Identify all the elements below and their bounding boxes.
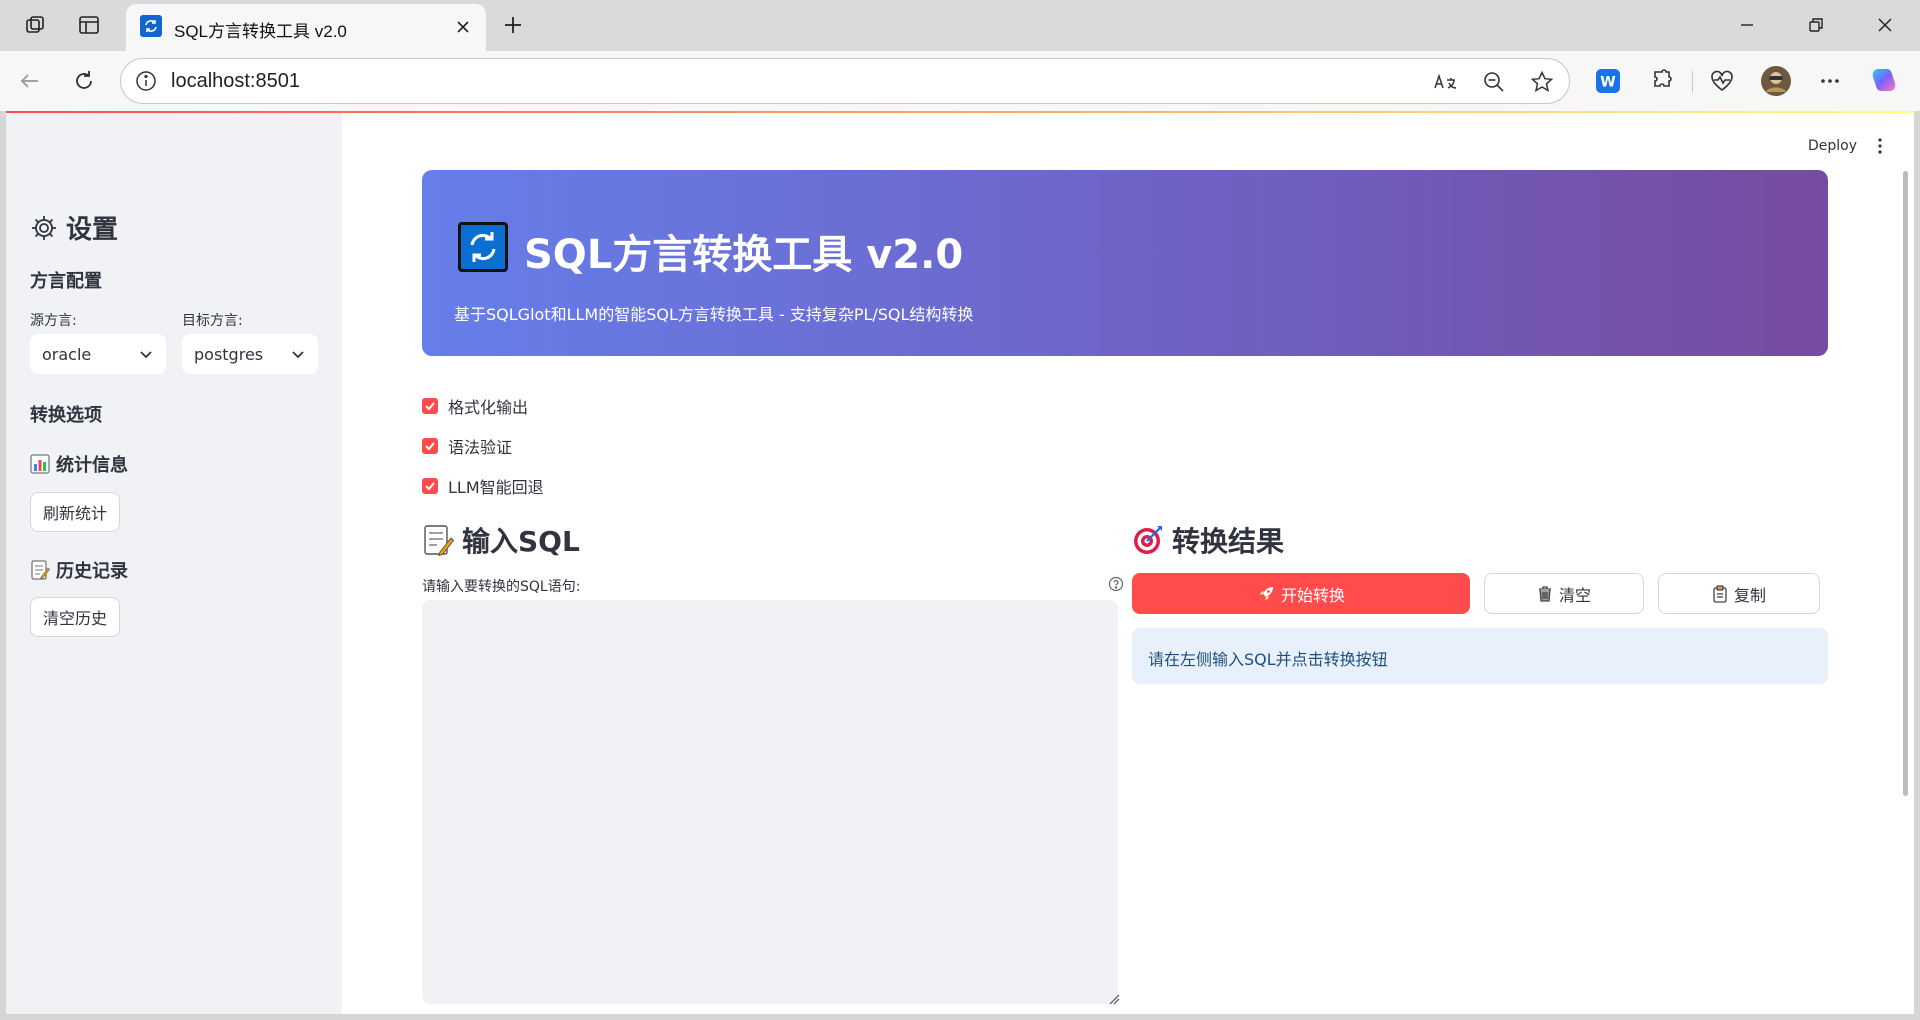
copilot-icon[interactable] — [1868, 65, 1900, 97]
restore-icon[interactable] — [1805, 14, 1827, 36]
chevron-down-icon — [292, 351, 304, 359]
bullseye-icon — [1134, 526, 1162, 554]
refresh-stats-button[interactable]: 刷新统计 — [30, 492, 121, 532]
clear-button[interactable]: 清空 — [1484, 573, 1644, 614]
toolbar-separator — [1692, 71, 1693, 93]
target-dialect-value: postgres — [194, 345, 264, 364]
back-arrow-icon[interactable] — [16, 67, 44, 95]
result-heading: 转换结果 — [1132, 520, 1284, 560]
main-scrollbar[interactable] — [1903, 171, 1908, 796]
browser-health-icon[interactable] — [1706, 65, 1738, 97]
reload-icon[interactable] — [70, 67, 98, 95]
target-dialect-select[interactable]: postgres — [182, 334, 318, 374]
profile-avatar[interactable] — [1760, 65, 1792, 97]
sql-input-textarea[interactable] — [422, 600, 1118, 1004]
start-convert-button[interactable]: 开始转换 — [1132, 573, 1470, 614]
checkbox-checked-icon[interactable] — [422, 438, 438, 454]
source-dialect-value: oracle — [42, 345, 92, 364]
tab-title: SQL方言转换工具 v2.0 — [174, 22, 347, 41]
memo-icon — [31, 560, 50, 580]
address-url[interactable]: localhost:8501 — [171, 70, 300, 93]
history-section-heading: 历史记录 — [30, 557, 128, 583]
sql-input-label: 请输入要转换的SQL语句: — [422, 579, 581, 595]
copy-button-label: 复制 — [1733, 585, 1766, 605]
zoom-out-icon[interactable] — [1481, 69, 1507, 95]
browser-tab-active[interactable]: SQL方言转换工具 v2.0 — [126, 4, 486, 51]
start-convert-label: 开始转换 — [1280, 585, 1345, 605]
read-aloud-icon[interactable] — [1433, 69, 1459, 95]
address-bar[interactable]: localhost:8501 — [120, 58, 1570, 104]
help-circle-icon[interactable] — [1108, 576, 1124, 592]
llm-fallback-label: LLM智能回退 — [448, 478, 544, 497]
target-dialect-label: 目标方言: — [182, 313, 243, 329]
sidebar-title: 设置 — [30, 209, 118, 246]
svg-text:W: W — [1600, 75, 1615, 91]
deploy-button[interactable]: Deploy — [1808, 138, 1857, 154]
format-output-checkbox[interactable]: 格式化输出 — [422, 394, 528, 418]
app-subtitle: 基于SQLGlot和LLM的智能SQL方言转换工具 - 支持复杂PL/SQL结构… — [454, 305, 974, 324]
browser-titlebar: SQL方言转换工具 v2.0 — [0, 0, 1920, 51]
close-window-icon[interactable] — [1874, 14, 1896, 36]
result-info-text: 请在左侧输入SQL并点击转换按钮 — [1148, 650, 1388, 669]
input-sql-heading: 输入SQL — [422, 520, 580, 560]
main-menu-icon[interactable] — [1872, 137, 1888, 155]
browser-toolbar: localhost:8501 W — [0, 51, 1920, 111]
resize-grip-icon[interactable] — [1108, 993, 1120, 1005]
sidebar-title-text: 设置 — [66, 215, 119, 245]
refresh-arrows-icon — [458, 222, 508, 272]
page-viewport: 设置 方言配置 源方言: oracle 目标方言: postgres 转换选项 … — [6, 111, 1914, 1014]
source-dialect-label: 源方言: — [30, 313, 77, 329]
trash-can-icon — [1538, 585, 1551, 602]
main-content: Deploy SQL方言转换工具 v2.0 基于SQLGlot和LLM的智能SQ… — [342, 113, 1914, 1014]
app-title: SQL方言转换工具 v2.0 — [524, 232, 964, 278]
result-heading-text: 转换结果 — [1172, 525, 1285, 558]
source-dialect-select[interactable]: oracle — [30, 334, 166, 374]
workspaces-icon[interactable] — [22, 12, 48, 38]
checkbox-checked-icon[interactable] — [422, 478, 438, 494]
extensions-puzzle-icon[interactable] — [1646, 65, 1678, 97]
tab-actions-icon[interactable] — [76, 12, 102, 38]
sidebar: 设置 方言配置 源方言: oracle 目标方言: postgres 转换选项 … — [6, 113, 342, 1014]
history-section-text: 历史记录 — [56, 561, 128, 582]
gear-icon — [32, 215, 56, 240]
chevron-down-icon — [140, 351, 152, 359]
word-extension-icon[interactable]: W — [1592, 65, 1624, 97]
memo-icon — [424, 525, 454, 556]
copy-button[interactable]: 复制 — [1658, 573, 1820, 614]
hero-banner: SQL方言转换工具 v2.0 基于SQLGlot和LLM的智能SQL方言转换工具… — [422, 170, 1828, 356]
site-info-icon[interactable] — [135, 70, 157, 92]
result-info-alert: 请在左侧输入SQL并点击转换按钮 — [1132, 628, 1828, 684]
syntax-validation-label: 语法验证 — [448, 438, 513, 457]
options-section-heading: 转换选项 — [30, 405, 102, 426]
llm-fallback-checkbox[interactable]: LLM智能回退 — [422, 474, 544, 498]
stats-section-text: 统计信息 — [56, 455, 128, 476]
more-options-icon[interactable] — [1814, 65, 1846, 97]
close-tab-icon[interactable] — [454, 18, 472, 36]
syntax-validation-checkbox[interactable]: 语法验证 — [422, 434, 512, 458]
stats-section-heading: 统计信息 — [30, 451, 128, 477]
app-favicon-icon — [140, 15, 162, 37]
clear-history-button[interactable]: 清空历史 — [30, 597, 121, 637]
new-tab-icon[interactable] — [500, 12, 526, 38]
bar-chart-icon — [30, 454, 50, 474]
checkbox-checked-icon[interactable] — [422, 398, 438, 414]
format-output-label: 格式化输出 — [448, 398, 529, 417]
rocket-icon — [1259, 586, 1273, 600]
dialect-section-heading: 方言配置 — [30, 271, 102, 292]
clipboard-icon — [1713, 584, 1727, 603]
favorite-star-icon[interactable] — [1529, 69, 1555, 95]
minimize-icon[interactable] — [1736, 14, 1758, 36]
input-sql-heading-text: 输入SQL — [462, 525, 580, 558]
clear-button-label: 清空 — [1558, 585, 1591, 605]
